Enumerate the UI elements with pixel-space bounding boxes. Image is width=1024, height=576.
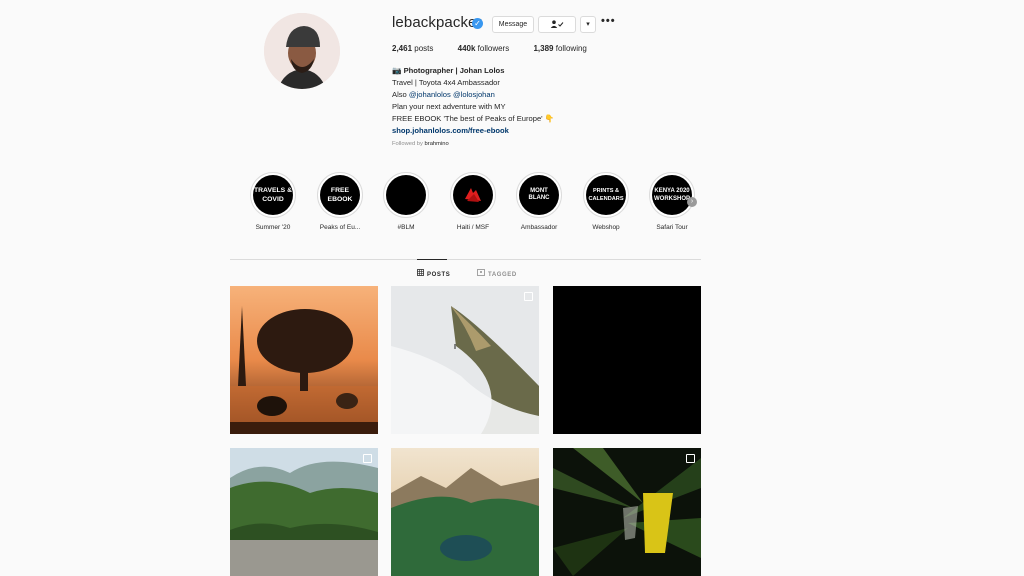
followers-count[interactable]: 440k followers (458, 44, 510, 53)
chevron-down-icon: ▾ (586, 21, 590, 28)
tab-posts[interactable]: POSTS (417, 269, 450, 278)
post-thumbnail-valley-forest[interactable] (230, 448, 378, 576)
bio-website-link[interactable]: shop.johanlolos.com/free-ebook (392, 125, 632, 137)
mention-link[interactable]: @johanlolos (409, 90, 451, 99)
multi-image-icon (524, 292, 533, 301)
profile-stats: 2,461 posts 440k followers 1,389 followi… (392, 44, 609, 53)
post-thumbnail-mountain-lake[interactable] (391, 448, 539, 576)
tabs-divider (230, 259, 701, 260)
message-button[interactable]: Message (492, 16, 534, 33)
highlight-peaks-of-europe[interactable]: FREE EBOOK Peaks of Eu... (310, 172, 370, 231)
profile-username: lebackpacker (392, 14, 482, 31)
post-thumbnail-elephants-sunset[interactable] (230, 286, 378, 434)
profile-avatar[interactable] (264, 13, 340, 89)
highlight-blm[interactable]: #BLM (376, 172, 436, 231)
highlight-cover: FREE EBOOK (320, 175, 360, 215)
highlight-cover: KENYA 2020 WORKSHOP (652, 175, 692, 215)
post-thumbnail-palm-leaves[interactable] (553, 448, 701, 576)
active-tab-indicator (417, 259, 447, 260)
highlight-cover: MONT BLANC (519, 175, 559, 215)
highlight-label: #BLM (397, 224, 415, 231)
highlight-cover (386, 175, 426, 215)
grid-icon (417, 269, 424, 278)
more-options-icon[interactable]: ••• (601, 15, 616, 27)
highlight-cover: PRINTS & CALENDARS (586, 175, 626, 215)
post-thumbnail-foggy-ridge[interactable] (391, 286, 539, 434)
multi-image-icon (686, 454, 695, 463)
followed-by-text[interactable]: Followed by brahmino (392, 141, 449, 147)
highlight-ambassador[interactable]: MONT BLANC Ambassador (509, 172, 569, 231)
following-count[interactable]: 1,389 following (533, 44, 586, 53)
tag-icon (477, 269, 485, 278)
msf-logo-icon (453, 175, 493, 215)
highlight-label: Haiti / MSF (456, 224, 490, 231)
person-check-icon (550, 20, 564, 29)
posts-count: 2,461 posts (392, 44, 434, 53)
bio-name-line: 📷 Photographer | Johan Lolos (392, 66, 505, 75)
bio-line: Travel | Toyota 4x4 Ambassador (392, 78, 500, 87)
post-thumbnail-black-square[interactable] (553, 286, 701, 434)
verified-badge-icon: ✓ (472, 18, 483, 29)
highlight-label: Peaks of Eu... (319, 224, 361, 231)
profile-bio: 📷 Photographer | Johan Lolos Travel | To… (392, 65, 632, 137)
highlight-label: Ambassador (520, 224, 558, 231)
tab-tagged[interactable]: TAGGED (477, 269, 517, 278)
bio-line: FREE EBOOK 'The best of Peaks of Europe'… (392, 114, 555, 123)
suggested-dropdown-button[interactable]: ▾ (580, 16, 596, 33)
multi-image-icon (363, 454, 372, 463)
highlight-label: Summer '20 (255, 224, 291, 231)
mention-link[interactable]: @lolosjohan (453, 90, 495, 99)
bio-mentions-line: Also @johanlolos @lolosjohan (392, 90, 495, 99)
highlight-haiti-msf[interactable]: Haiti / MSF (443, 172, 503, 231)
highlight-summer-20[interactable]: TRAVELS & COVID Summer '20 (243, 172, 303, 231)
highlight-cover: TRAVELS & COVID (253, 175, 293, 215)
bio-line: Plan your next adventure with MY (392, 102, 506, 111)
highlight-label: Safari Tour (656, 224, 688, 231)
chevron-right-icon[interactable]: › (687, 197, 697, 207)
following-button[interactable] (538, 16, 576, 33)
highlight-webshop[interactable]: PRINTS & CALENDARS Webshop (576, 172, 636, 231)
highlight-label: Webshop (592, 224, 620, 231)
